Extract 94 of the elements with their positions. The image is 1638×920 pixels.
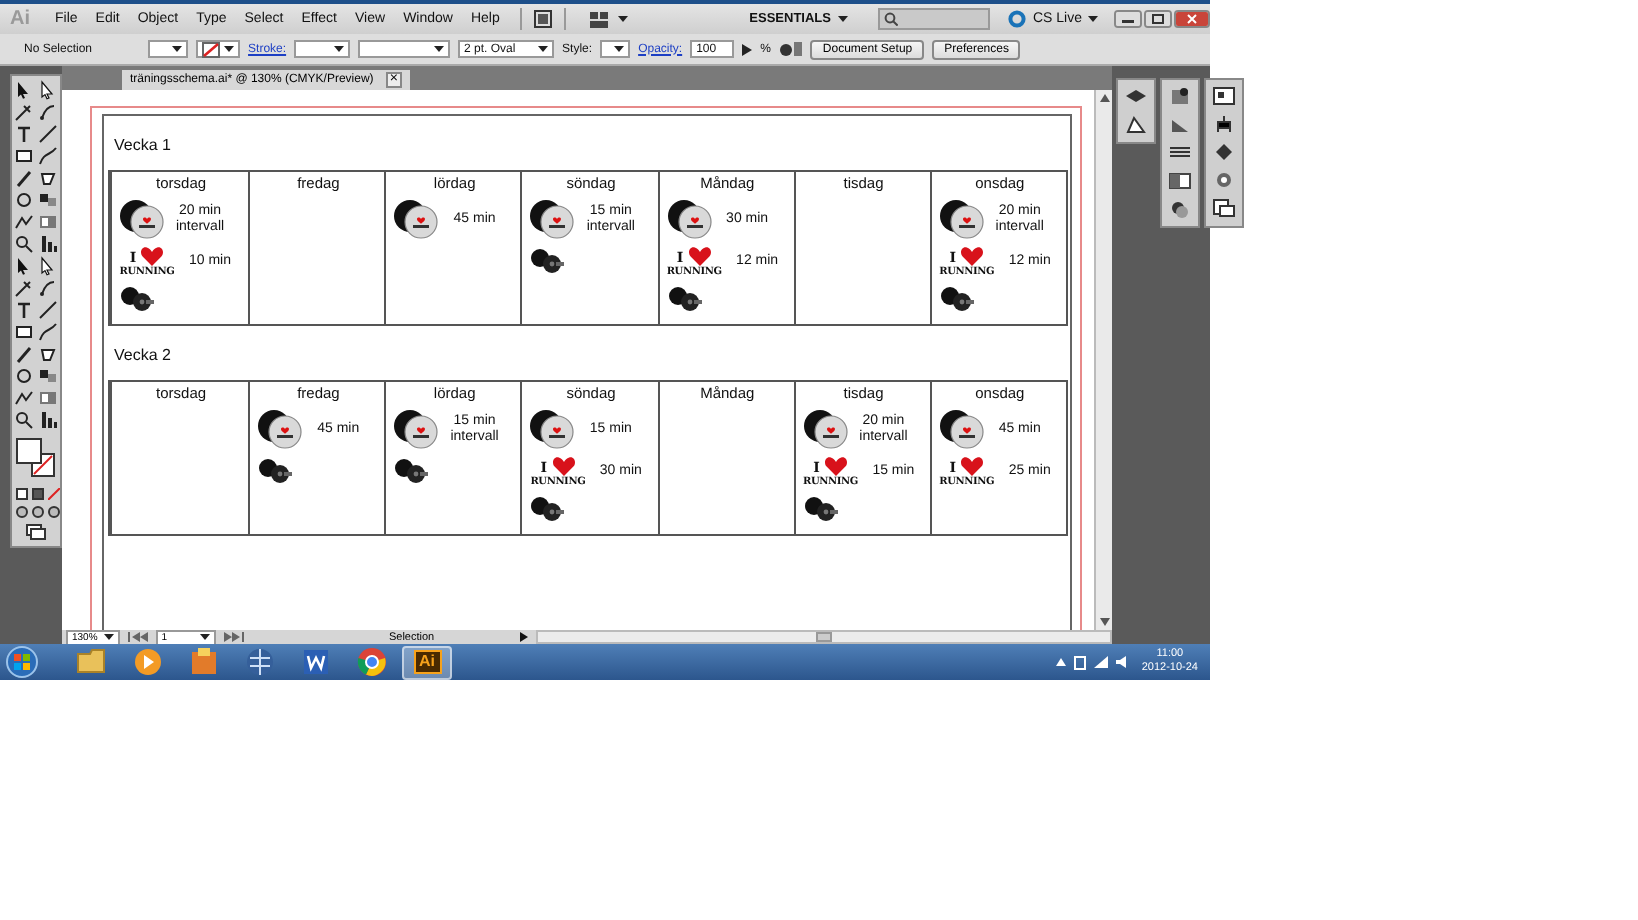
week-title: Vecka 2 (112, 344, 173, 368)
screen-mode-icon[interactable] (26, 524, 46, 540)
tool-icon[interactable] (38, 278, 58, 298)
panel-icon[interactable] (1212, 86, 1236, 106)
tool-icon[interactable] (38, 366, 58, 386)
page-first-icon[interactable] (127, 632, 148, 642)
panel-icon[interactable] (1212, 170, 1236, 190)
tool-icon[interactable] (38, 234, 58, 254)
stroke-swatch[interactable] (196, 40, 241, 58)
panel-icon[interactable] (1212, 142, 1236, 162)
no-stroke-icon (202, 41, 221, 57)
tool-icon[interactable] (38, 102, 58, 122)
page-last-icon[interactable] (223, 632, 244, 642)
search-icon (884, 12, 899, 26)
caret-icon (1088, 14, 1098, 24)
spinning-badge-icon (667, 198, 712, 240)
app-logo: Ai (8, 8, 32, 30)
tray-arrow-icon[interactable] (1055, 658, 1066, 666)
caret-icon (618, 14, 629, 24)
tool-icon[interactable] (14, 234, 34, 254)
minimize-icon[interactable] (1114, 10, 1142, 28)
play-icon (131, 646, 163, 678)
scroll-up-icon[interactable] (1099, 94, 1109, 102)
heart-icon (959, 456, 984, 476)
app-logo: Ai (413, 650, 441, 674)
week-title: Vecka 1 (112, 134, 173, 158)
heart-icon (140, 246, 165, 266)
tool-icon[interactable] (38, 190, 58, 210)
caret-icon (538, 44, 549, 54)
caret-icon (434, 44, 445, 54)
tool-icon[interactable] (38, 410, 58, 430)
panel-icon[interactable] (1168, 198, 1192, 218)
tool-icon[interactable] (14, 278, 34, 298)
arrange-icon (590, 11, 611, 27)
signal-icon[interactable] (1093, 656, 1108, 668)
spinning-badge-icon (530, 408, 575, 450)
tool-icon[interactable] (14, 300, 34, 320)
spinning-badge-icon (120, 198, 164, 240)
round-logo-icon (355, 646, 387, 678)
spinning-badge-icon (394, 198, 439, 240)
dumbbell-icon (120, 284, 154, 312)
spinning-badge-icon (939, 408, 984, 450)
dumbbell-icon (803, 494, 838, 522)
search-field[interactable] (878, 8, 991, 30)
spinning-badge-icon (258, 408, 303, 450)
dumbbell-icon (667, 284, 702, 312)
dumbbell-icon (939, 284, 974, 312)
status-menu-icon[interactable] (519, 632, 528, 642)
panel-icon[interactable] (1168, 86, 1192, 106)
caret-icon (172, 44, 183, 54)
heart-icon (687, 246, 712, 266)
dumbbell-icon (530, 494, 565, 522)
tool-icon[interactable] (14, 410, 34, 430)
tool-icon[interactable] (14, 102, 34, 122)
panel-icon[interactable] (1212, 198, 1236, 218)
heart-icon (959, 246, 984, 266)
fill-swatch[interactable] (148, 40, 189, 58)
dumbbell-icon (530, 246, 565, 274)
style-dropdown[interactable] (600, 40, 631, 58)
caret-icon (224, 44, 235, 54)
vertical-scrollbar[interactable] (1094, 90, 1112, 630)
tool-icon[interactable] (14, 124, 34, 144)
caret-icon (838, 14, 849, 24)
panel-icon[interactable] (1212, 114, 1236, 134)
panel-icon[interactable] (1124, 114, 1148, 134)
panel-icon[interactable] (1168, 170, 1192, 190)
panel-icon[interactable] (1124, 86, 1148, 106)
recolor-icon[interactable] (778, 40, 803, 58)
ring-icon (1008, 10, 1027, 28)
speaker-icon[interactable] (1115, 656, 1128, 668)
taskbar-button[interactable]: Ai (402, 645, 452, 679)
fill-stroke-icon[interactable] (16, 438, 56, 478)
dumbbell-icon (258, 456, 293, 484)
close-icon[interactable] (1174, 10, 1210, 28)
spinning-badge-icon (530, 198, 575, 240)
heart-icon (551, 456, 576, 476)
spinning-badge-icon (803, 408, 848, 450)
spinning-badge-icon (939, 198, 984, 240)
start-orb-icon[interactable] (6, 646, 38, 678)
horizontal-scrollbar[interactable] (535, 630, 1112, 644)
device-icon[interactable] (1073, 655, 1086, 669)
maximize-icon[interactable] (1144, 10, 1172, 28)
scroll-down-icon[interactable] (1099, 618, 1109, 626)
heart-icon (823, 456, 848, 476)
globe-icon (243, 646, 275, 678)
caret-icon (614, 44, 625, 54)
spinning-badge-icon (394, 408, 439, 450)
dumbbell-icon (394, 456, 429, 484)
stroke-weight-dropdown[interactable] (294, 40, 351, 58)
caret-icon (334, 44, 345, 54)
arrow-right-icon[interactable] (742, 43, 753, 55)
box-icon (187, 646, 219, 678)
document-icon (299, 646, 331, 678)
panel-icon[interactable] (1168, 142, 1192, 162)
